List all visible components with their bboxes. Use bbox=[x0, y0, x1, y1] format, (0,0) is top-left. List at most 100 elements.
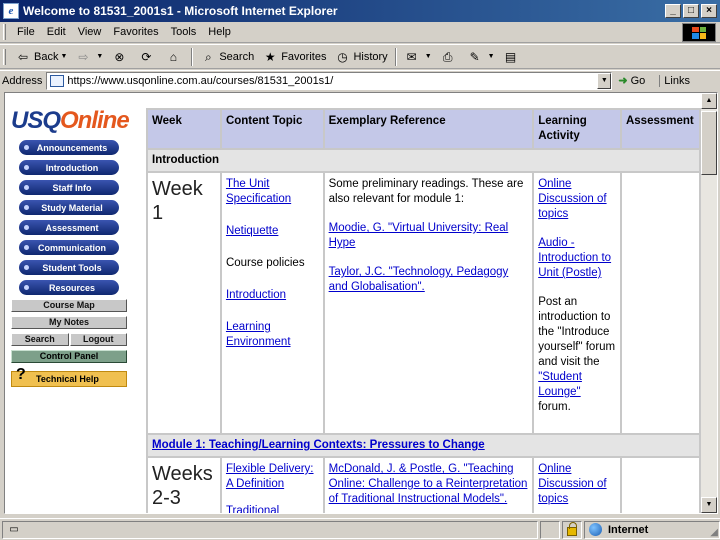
search-icon: ⌕ bbox=[204, 49, 212, 64]
scroll-down-button[interactable]: ▼ bbox=[701, 497, 717, 513]
back-button[interactable]: ⇦ Back ▼ bbox=[11, 46, 71, 67]
header-exemplary-reference: Exemplary Reference bbox=[322, 108, 535, 150]
activity-link-audio-introduction[interactable]: Audio - Introduction to Unit (Postle) bbox=[538, 237, 611, 279]
zone-label: Internet bbox=[608, 523, 649, 536]
activity-link-online-discussion[interactable]: Online Discussion of topics bbox=[538, 463, 606, 505]
refresh-icon: ⟳ bbox=[141, 49, 152, 64]
technical-help-button[interactable]: ? Technical Help bbox=[11, 366, 127, 387]
menu-favorites[interactable]: Favorites bbox=[107, 26, 164, 38]
minimize-button[interactable]: _ bbox=[665, 4, 681, 18]
bullet-icon bbox=[24, 225, 29, 230]
menu-help[interactable]: Help bbox=[202, 26, 237, 38]
activity-cell: Online Discussion of topics Audio - Intr… bbox=[532, 171, 622, 435]
forward-button[interactable]: ⇨ ▼ bbox=[71, 46, 107, 67]
help-question-icon: ? bbox=[16, 366, 26, 383]
vertical-scrollbar[interactable]: ▲ ▼ bbox=[701, 93, 717, 513]
menu-edit[interactable]: Edit bbox=[41, 26, 72, 38]
nav-staff-info[interactable]: Staff Info bbox=[19, 180, 119, 195]
search-logout-row: Search Logout bbox=[11, 333, 127, 346]
nav-introduction[interactable]: Introduction bbox=[19, 160, 119, 175]
topic-link-unit-specification[interactable]: The Unit Specification bbox=[226, 178, 291, 205]
week-label: Week 1 bbox=[152, 178, 203, 224]
home-icon: ⌂ bbox=[169, 49, 177, 64]
go-arrow-icon: ➜ bbox=[618, 75, 628, 87]
bullet-icon bbox=[24, 145, 29, 150]
search-button[interactable]: ⌕ Search bbox=[196, 46, 258, 67]
search-label: Search bbox=[219, 50, 255, 63]
reference-link-moodie[interactable]: Moodie, G. "Virtual University: Real Hyp… bbox=[329, 222, 509, 249]
nav-announcements[interactable]: Announcements bbox=[19, 140, 119, 155]
back-dropdown-icon[interactable]: ▼ bbox=[60, 53, 67, 60]
mail-button[interactable]: ✉ ▼ bbox=[400, 46, 436, 67]
activity-link-online-discussion[interactable]: Online Discussion of topics bbox=[538, 178, 606, 220]
resize-grip-icon[interactable]: ◢ bbox=[710, 527, 718, 538]
address-bar: Address ▼ ➜ Go Links bbox=[0, 70, 720, 90]
toolbar-grip[interactable] bbox=[3, 48, 6, 65]
reference-link-taylor[interactable]: Taylor, J.C. "Technology, Pedagogy and G… bbox=[329, 266, 509, 293]
windows-logo-icon bbox=[682, 23, 716, 42]
activity-link-student-lounge[interactable]: "Student Lounge" bbox=[538, 371, 582, 398]
menu-tools[interactable]: Tools bbox=[165, 26, 203, 38]
topic-course-policies: Course policies bbox=[225, 257, 305, 269]
control-panel-button[interactable]: Control Panel bbox=[11, 350, 127, 363]
bullet-icon bbox=[24, 285, 29, 290]
bullet-icon bbox=[24, 265, 29, 270]
print-button[interactable]: ⎙ bbox=[436, 46, 463, 67]
topic-link-traditional-models[interactable]: Traditional Models bbox=[226, 505, 279, 513]
topic-link-netiquette[interactable]: Netiquette bbox=[226, 225, 278, 237]
globe-icon bbox=[589, 523, 602, 536]
section-title: Introduction bbox=[146, 148, 701, 173]
favorites-button[interactable]: ★ Favorites bbox=[258, 46, 330, 67]
page-done-icon: ▭ bbox=[9, 523, 19, 535]
maximize-button[interactable]: □ bbox=[683, 4, 699, 18]
edit-dropdown-icon[interactable]: ▼ bbox=[488, 53, 495, 60]
references-cell: Some preliminary readings. These are als… bbox=[322, 171, 535, 435]
scroll-up-button[interactable]: ▲ bbox=[701, 93, 717, 109]
print-icon: ⎙ bbox=[442, 49, 453, 64]
header-content-topic: Content Topic bbox=[219, 108, 325, 150]
nav-student-tools[interactable]: Student Tools bbox=[19, 260, 119, 275]
url-input[interactable] bbox=[67, 74, 588, 87]
course-map-button[interactable]: Course Map bbox=[11, 299, 127, 312]
refresh-button[interactable]: ⟳ bbox=[134, 46, 161, 67]
technical-help-label: Technical Help bbox=[36, 374, 99, 384]
links-button[interactable]: Links bbox=[659, 74, 690, 87]
my-notes-button[interactable]: My Notes bbox=[11, 316, 127, 329]
close-button[interactable]: × bbox=[701, 4, 717, 18]
back-label: Back bbox=[34, 50, 59, 63]
status-text-pane: ▭ bbox=[2, 520, 538, 539]
scroll-thumb[interactable] bbox=[701, 111, 717, 175]
home-button[interactable]: ⌂ bbox=[161, 46, 188, 67]
address-dropdown-icon[interactable]: ▼ bbox=[597, 72, 612, 89]
history-button[interactable]: ◷ History bbox=[330, 46, 391, 67]
usq-online-logo[interactable]: USQ Online bbox=[11, 101, 135, 135]
mail-dropdown-icon[interactable]: ▼ bbox=[425, 53, 432, 60]
menu-bar: File Edit View Favorites Tools Help bbox=[0, 22, 720, 43]
forward-dropdown-icon[interactable]: ▼ bbox=[96, 53, 103, 60]
bullet-icon bbox=[24, 245, 29, 250]
module-1-link[interactable]: Module 1: Teaching/Learning Contexts: Pr… bbox=[152, 439, 485, 451]
status-bar: ▭ Internet ◢ bbox=[0, 518, 720, 540]
nav-study-material[interactable]: Study Material bbox=[19, 200, 119, 215]
logout-button[interactable]: Logout bbox=[69, 333, 127, 346]
edit-button[interactable]: ✎ ▼ bbox=[463, 46, 499, 67]
search-button-sidebar[interactable]: Search bbox=[11, 333, 69, 346]
nav-communication[interactable]: Communication bbox=[19, 240, 119, 255]
week-label: Weeks 2-3 bbox=[152, 463, 213, 509]
nav-assessment[interactable]: Assessment bbox=[19, 220, 119, 235]
topic-link-flexible-delivery[interactable]: Flexible Delivery: A Definition bbox=[226, 463, 314, 490]
stop-button[interactable]: ⊗ bbox=[107, 46, 134, 67]
address-field[interactable]: ▼ bbox=[46, 71, 613, 90]
title-bar: e Welcome to 81531_2001s1 - Microsoft In… bbox=[0, 0, 720, 22]
menu-file[interactable]: File bbox=[11, 26, 41, 38]
menu-view[interactable]: View bbox=[72, 26, 108, 38]
week-cell: Week 1 bbox=[146, 171, 222, 435]
discuss-button[interactable]: ▤ bbox=[499, 46, 526, 67]
topic-link-introduction[interactable]: Introduction bbox=[226, 289, 286, 301]
nav-resources[interactable]: Resources bbox=[19, 280, 119, 295]
reference-link-mcdonald[interactable]: McDonald, J. & Postle, G. "Teaching Onli… bbox=[329, 463, 528, 505]
toolbar-grip[interactable] bbox=[3, 24, 6, 40]
topic-link-learning-environment[interactable]: Learning Environment bbox=[226, 321, 291, 348]
lock-icon bbox=[567, 522, 577, 536]
go-button[interactable]: ➜ Go bbox=[618, 74, 645, 88]
